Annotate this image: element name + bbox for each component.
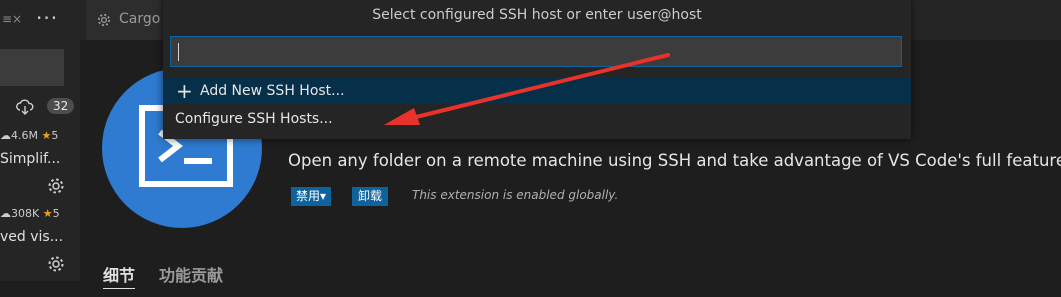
text-cursor (178, 43, 179, 61)
extension-description: Open any folder on a remote machine usin… (288, 151, 1061, 170)
download-stats: ☁308K ★5 (0, 207, 60, 220)
extension-name: Simplif... (0, 151, 61, 167)
gear-icon (97, 13, 111, 27)
count-badge: 32 (47, 98, 75, 114)
star-icon: ★ (42, 207, 53, 220)
more-actions-icon[interactable]: ··· (36, 6, 58, 30)
add-new-ssh-host-option[interactable]: + Add New SSH Host... (163, 78, 911, 104)
extension-name: ved vis... (0, 229, 64, 245)
option-label: Add New SSH Host... (200, 83, 345, 99)
star-icon: ★ (41, 129, 52, 142)
option-label: Configure SSH Hosts... (175, 111, 333, 127)
enablement-status: This extension is enabled globally. (412, 188, 619, 202)
plus-icon: + (176, 79, 193, 103)
gear-icon[interactable] (46, 176, 66, 196)
host-input[interactable] (171, 37, 901, 66)
uninstall-button[interactable]: 卸载 (352, 187, 389, 206)
cloud-download-icon[interactable] (16, 98, 34, 116)
quick-pick-title: Select configured SSH host or enter user… (372, 7, 702, 23)
cloud-icon: ☁ (0, 207, 11, 220)
list-item[interactable]: ☁308K ★5 ved vis... (0, 207, 80, 297)
gear-icon[interactable] (46, 254, 66, 274)
tab-label: Cargo (119, 11, 161, 27)
cloud-icon: ☁ (0, 129, 11, 142)
list-item[interactable]: ☁4.6M ★5 Simplif... (0, 129, 80, 219)
tab-cargo[interactable]: Cargo (86, 0, 162, 40)
quick-pick-input-box (170, 36, 902, 67)
rating: 5 (51, 129, 59, 142)
disable-button[interactable]: 禁用▾ (291, 187, 332, 206)
extension-search-input[interactable] (0, 49, 64, 86)
download-stats: ☁4.6M ★5 (0, 129, 58, 142)
extensions-sidebar: ≡× ··· 32 ☁4.6M ★5 Simplif... ☁308K ★5 v… (0, 0, 80, 281)
configure-ssh-hosts-option[interactable]: Configure SSH Hosts... (163, 105, 911, 131)
rating: 5 (52, 207, 60, 220)
sidebar-header: ≡× ··· (0, 0, 80, 40)
download-count: 4.6M (11, 129, 38, 142)
tab-contributions[interactable]: 功能贡献 (159, 262, 223, 286)
clear-search-icon[interactable]: ≡× (2, 12, 22, 26)
tab-details[interactable]: 细节 (103, 262, 136, 289)
ssh-host-quick-pick: Select configured SSH host or enter user… (163, 0, 911, 139)
download-count: 308K (11, 207, 40, 220)
sidebar-remote-row: 32 (0, 96, 80, 120)
